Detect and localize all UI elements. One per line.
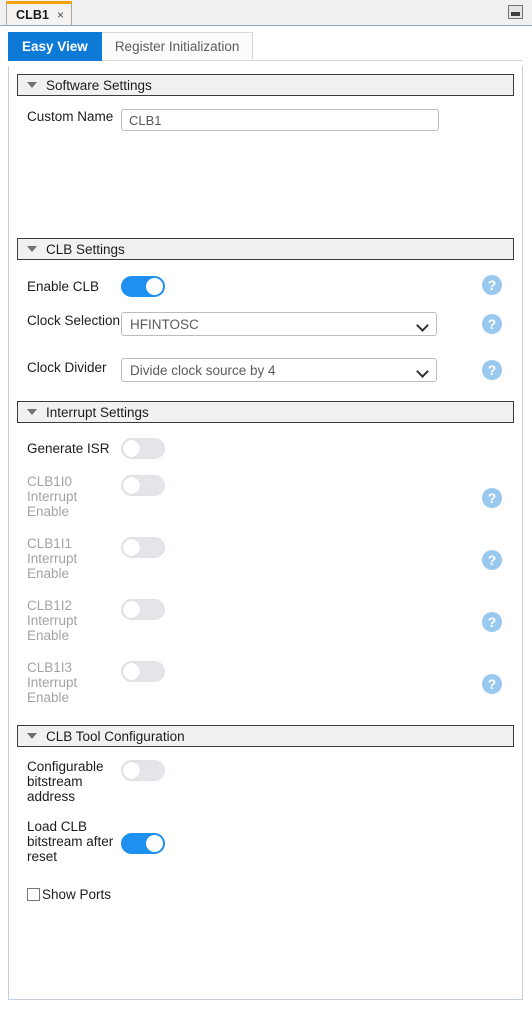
- section-title-clb-settings: CLB Settings: [46, 241, 125, 257]
- row-clb1i1-interrupt-enable: CLB1I1 Interrupt Enable ?: [17, 536, 514, 584]
- label-clock-divider: Clock Divider: [27, 360, 107, 375]
- label-enable-clb: Enable CLB: [27, 278, 100, 294]
- label-clb1i0-interrupt-enable: CLB1I0 Interrupt Enable: [27, 474, 78, 519]
- control-clock-divider: Divide clock source by 4: [121, 356, 514, 382]
- close-icon[interactable]: ×: [57, 9, 64, 21]
- control-configurable-bitstream-address: [121, 759, 514, 781]
- label-generate-isr: Generate ISR: [27, 440, 110, 456]
- section-header-software-settings[interactable]: Software Settings: [17, 74, 514, 96]
- label-clb1i3-interrupt-enable: CLB1I3 Interrupt Enable: [27, 660, 78, 705]
- control-enable-clb: [121, 275, 514, 297]
- section-header-clb-tool-configuration[interactable]: CLB Tool Configuration: [17, 725, 514, 747]
- row-clb1i0-interrupt-enable: CLB1I0 Interrupt Enable ?: [17, 474, 514, 522]
- software-settings-spacer: [17, 131, 514, 231]
- custom-name-input[interactable]: [121, 109, 439, 131]
- document-tab-clb1[interactable]: CLB1 ×: [6, 1, 73, 25]
- control-clb1i0-interrupt-enable: [121, 474, 514, 496]
- tab-easy-view-label: Easy View: [22, 39, 88, 54]
- label-configurable-bitstream-address: Configurable bitstream address: [27, 759, 104, 804]
- chevron-down-icon: [27, 246, 37, 252]
- enable-clb-toggle[interactable]: [121, 275, 165, 297]
- label-clock-selection: Clock Selection: [27, 313, 121, 328]
- clb1i2-interrupt-enable-toggle[interactable]: [121, 599, 165, 620]
- row-clb1i3-interrupt-enable: CLB1I3 Interrupt Enable ?: [17, 660, 514, 708]
- row-custom-name: Custom Name: [17, 109, 514, 131]
- chevron-down-icon: [27, 733, 37, 739]
- control-generate-isr: [121, 437, 514, 459]
- row-clb1i2-interrupt-enable: CLB1I2 Interrupt Enable ?: [17, 598, 514, 646]
- label-clb1i2-interrupt-enable: CLB1I2 Interrupt Enable: [27, 598, 78, 643]
- control-load-clb-bitstream-after-reset: [121, 819, 514, 854]
- clb1i1-interrupt-enable-toggle[interactable]: [121, 537, 165, 558]
- control-clb1i3-interrupt-enable: [121, 660, 514, 682]
- clb-tool-spacer: [17, 867, 514, 887]
- chevron-down-icon: [417, 367, 428, 374]
- document-tab-strip: CLB1 ×: [0, 0, 532, 26]
- row-clock-divider: Clock Divider Divide clock source by 4 ?: [17, 356, 514, 386]
- help-icon-clb1i1-interrupt-enable[interactable]: ?: [482, 550, 502, 570]
- show-ports-label: Show Ports: [42, 887, 112, 902]
- tab-register-initialization[interactable]: Register Initialization: [101, 32, 254, 61]
- clb-settings-spacer: [17, 386, 514, 394]
- label-clb1i1-interrupt-enable: CLB1I1 Interrupt Enable: [27, 536, 78, 581]
- row-enable-clb: Enable CLB ?: [17, 274, 514, 298]
- configurable-bitstream-address-toggle[interactable]: [121, 760, 165, 781]
- clb-configuration-window: CLB1 × Easy View Register Initialization…: [0, 0, 532, 1012]
- load-clb-bitstream-after-reset-toggle[interactable]: [121, 833, 165, 854]
- control-clock-selection: HFINTOSC: [121, 312, 514, 336]
- control-custom-name: [121, 109, 514, 131]
- help-icon-clock-divider[interactable]: ?: [482, 360, 502, 380]
- document-tab-label: CLB1: [16, 7, 50, 22]
- chevron-down-icon: [417, 321, 428, 328]
- generate-isr-toggle[interactable]: [121, 437, 165, 459]
- section-body-interrupt-settings: Generate ISR CLB1I0 Interrupt Enable ? C…: [9, 436, 522, 718]
- row-load-clb-bitstream-after-reset: Load CLB bitstream after reset: [17, 819, 514, 867]
- clock-selection-select[interactable]: HFINTOSC: [121, 312, 437, 336]
- section-body-software-settings: Custom Name: [9, 109, 522, 231]
- row-clock-selection: Clock Selection HFINTOSC ?: [17, 312, 514, 344]
- clb1i3-interrupt-enable-toggle[interactable]: [121, 661, 165, 682]
- label-load-clb-bitstream-after-reset: Load CLB bitstream after reset: [27, 819, 114, 864]
- section-body-clb-settings: Enable CLB ? Clock Selection HFINTOSC ? …: [9, 274, 522, 394]
- help-icon-clb1i0-interrupt-enable[interactable]: ?: [482, 488, 502, 508]
- section-title-software-settings: Software Settings: [46, 77, 152, 93]
- section-title-clb-tool-configuration: CLB Tool Configuration: [46, 728, 185, 744]
- clock-selection-value: HFINTOSC: [130, 316, 199, 332]
- view-tab-bar: Easy View Register Initialization: [0, 26, 532, 66]
- clock-divider-select[interactable]: Divide clock source by 4: [121, 358, 437, 382]
- control-clb1i1-interrupt-enable: [121, 536, 514, 558]
- control-clb1i2-interrupt-enable: [121, 598, 514, 620]
- chevron-down-icon: [27, 82, 37, 88]
- help-icon-enable-clb[interactable]: ?: [482, 275, 502, 295]
- section-header-clb-settings[interactable]: CLB Settings: [17, 238, 514, 260]
- section-title-interrupt-settings: Interrupt Settings: [46, 404, 149, 420]
- tab-register-initialization-label: Register Initialization: [114, 39, 240, 54]
- row-generate-isr: Generate ISR: [17, 436, 514, 460]
- section-body-clb-tool-configuration: Configurable bitstream address Load CLB …: [9, 759, 522, 902]
- section-header-interrupt-settings[interactable]: Interrupt Settings: [17, 401, 514, 423]
- tab-easy-view[interactable]: Easy View: [8, 32, 102, 61]
- help-icon-clb1i2-interrupt-enable[interactable]: ?: [482, 612, 502, 632]
- chevron-down-icon: [27, 409, 37, 415]
- settings-panel: Software Settings Custom Name CLB Settin…: [8, 66, 523, 1000]
- help-icon-clock-selection[interactable]: ?: [482, 314, 502, 334]
- clb1i0-interrupt-enable-toggle[interactable]: [121, 475, 165, 496]
- clock-divider-value: Divide clock source by 4: [130, 362, 276, 378]
- minimize-icon[interactable]: [508, 5, 523, 19]
- show-ports-checkbox-row[interactable]: Show Ports: [17, 887, 514, 902]
- help-icon-clb1i3-interrupt-enable[interactable]: ?: [482, 674, 502, 694]
- show-ports-checkbox[interactable]: [27, 888, 40, 901]
- interrupt-settings-spacer: [17, 708, 514, 718]
- label-custom-name: Custom Name: [27, 109, 114, 124]
- row-configurable-bitstream-address: Configurable bitstream address: [17, 759, 514, 807]
